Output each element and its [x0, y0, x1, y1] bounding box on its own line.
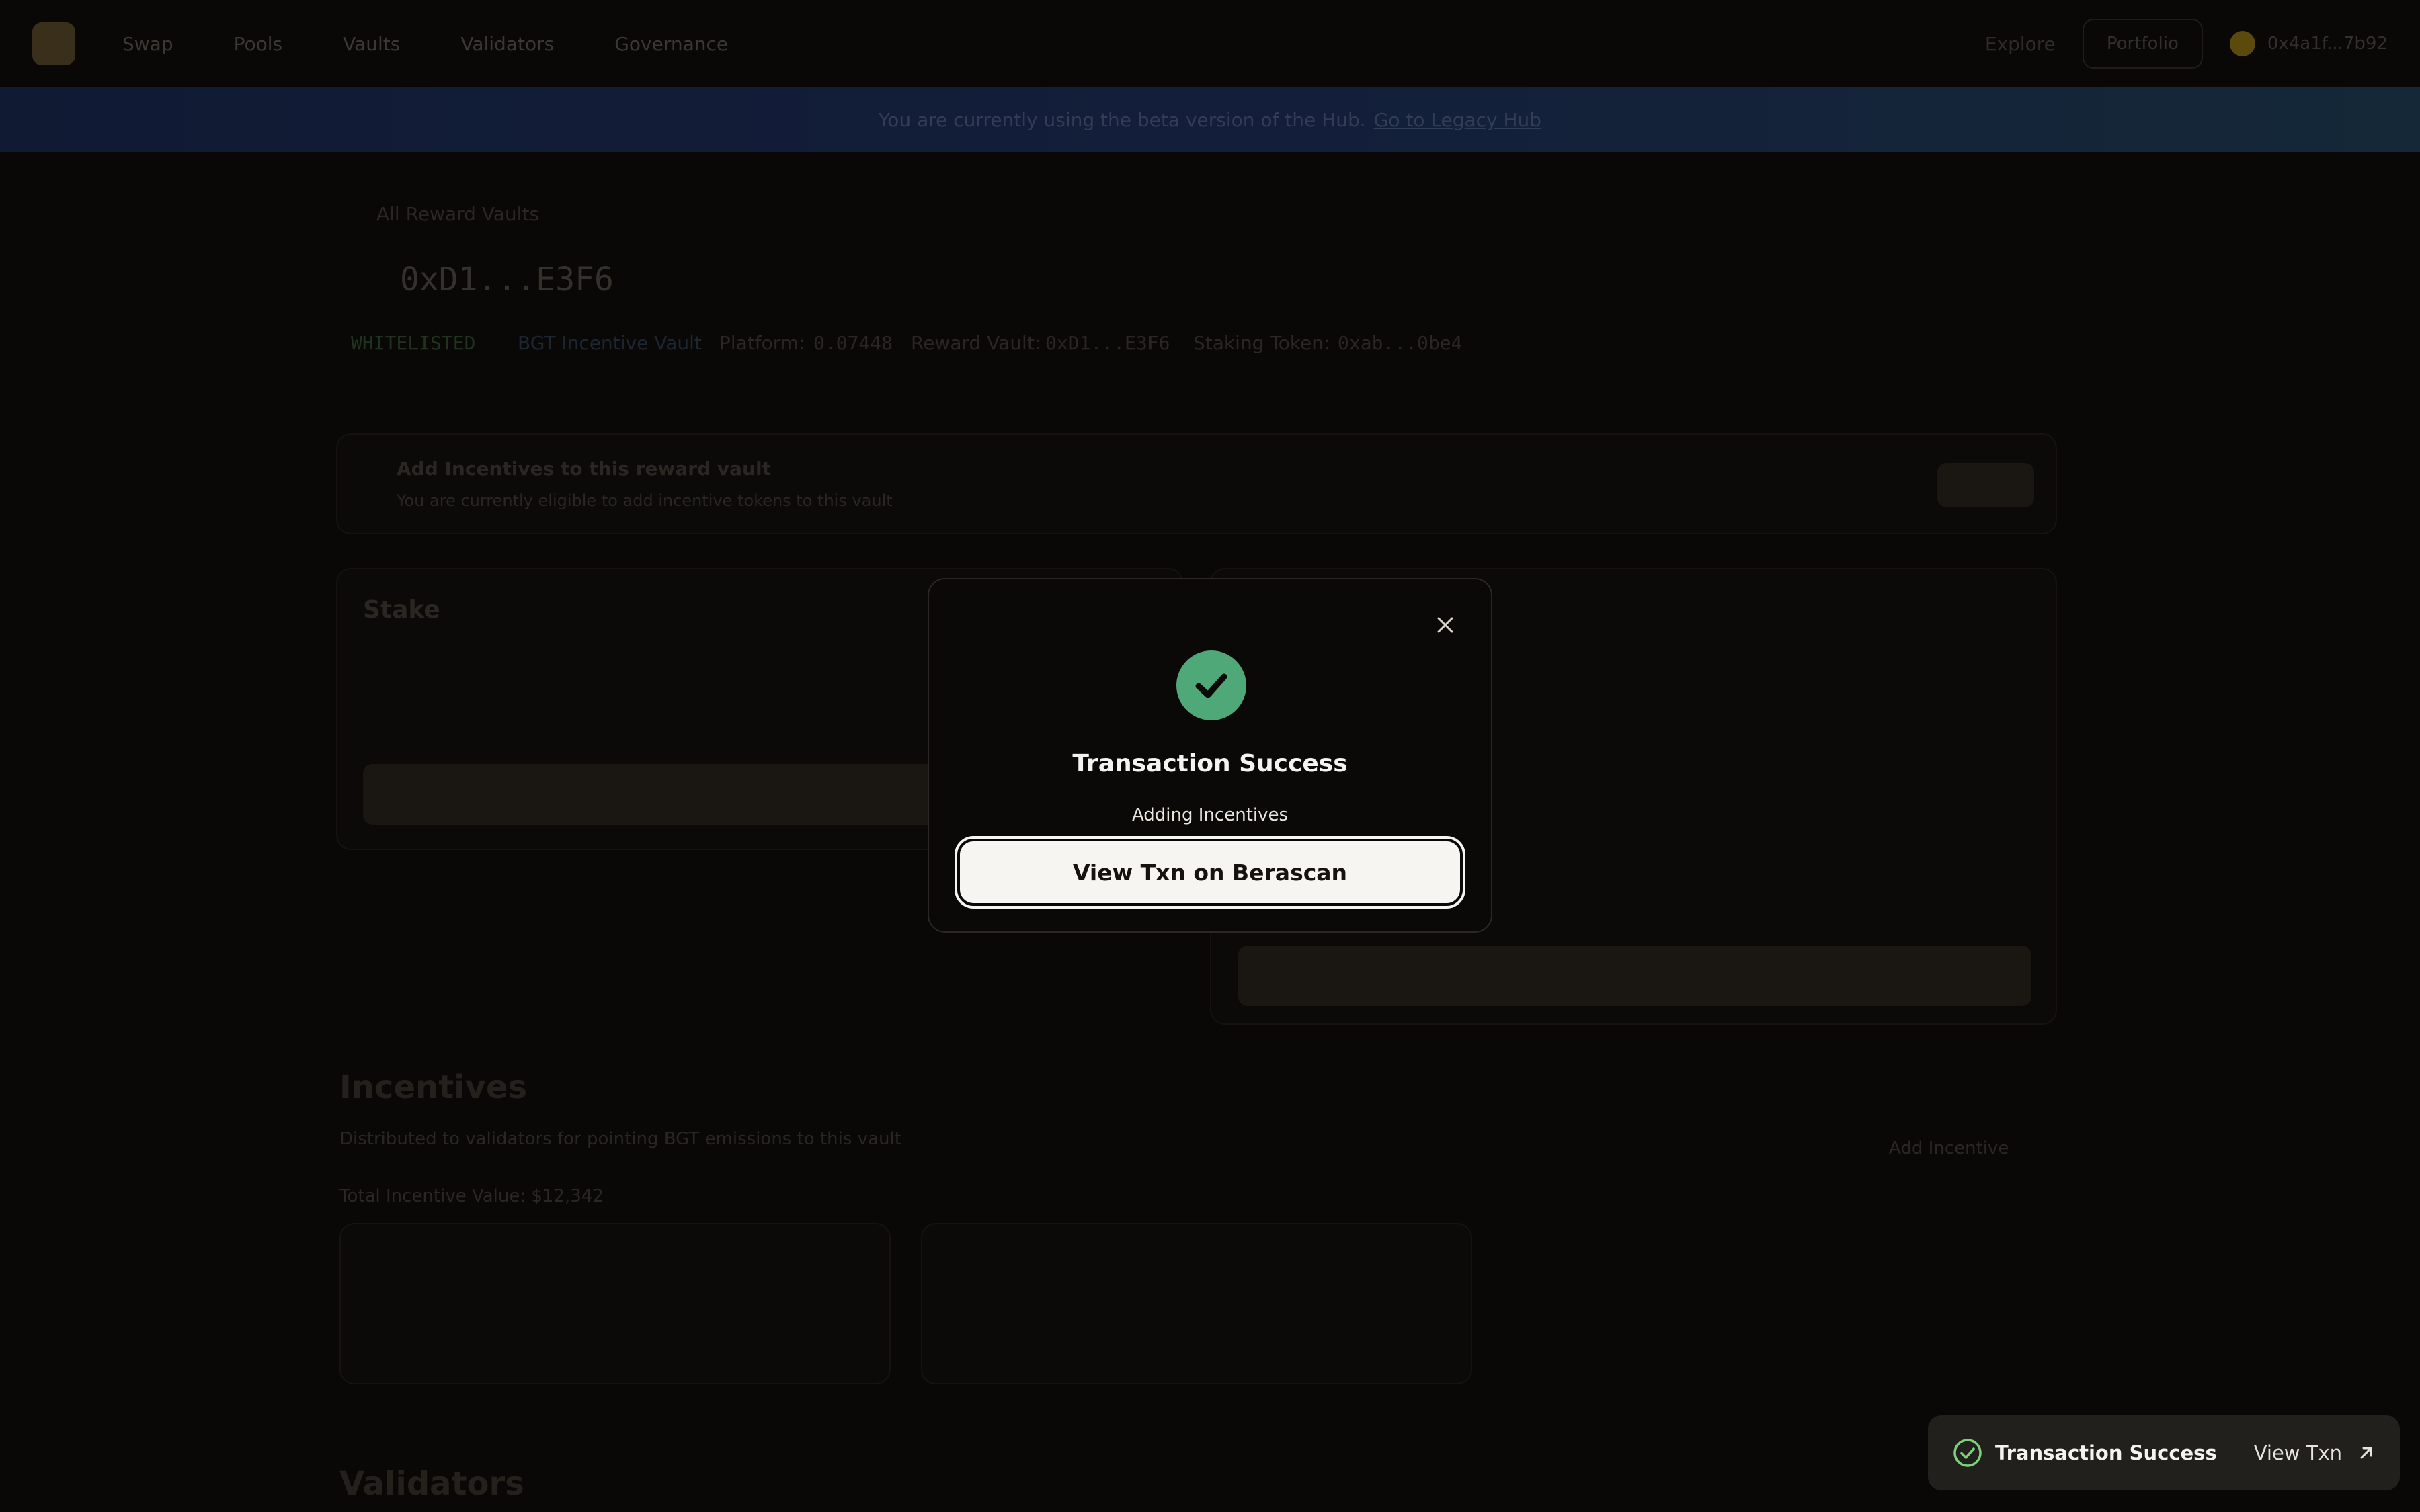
- nav-link-vaults: Vaults: [343, 32, 401, 55]
- close-icon[interactable]: [1432, 612, 1459, 638]
- portfolio-button: Portfolio: [2082, 19, 2203, 69]
- vault-address-title: 0xD1...E3F6: [400, 261, 614, 298]
- platform-label: Platform:: [719, 332, 805, 354]
- staking-token-value: 0xab...0be4: [1338, 332, 1463, 354]
- beta-banner: You are currently using the beta version…: [0, 87, 2420, 152]
- nav-link-validators: Validators: [460, 32, 555, 55]
- wallet-address: 0x4a1f...7b92: [2267, 34, 2388, 54]
- incentives-subtitle: Distributed to validators for pointing B…: [339, 1129, 901, 1149]
- external-arrow-icon: [2360, 1447, 2372, 1459]
- incentive-notice-card: Add Incentives to this reward vault You …: [336, 433, 2057, 534]
- nav-links: Swap Pools Vaults Validators Governance: [122, 33, 728, 55]
- nav-right: Explore Portfolio 0x4a1f...7b92: [1985, 19, 2388, 69]
- wallet-button: 0x4a1f...7b92: [2229, 31, 2388, 56]
- transaction-toast: Transaction Success View Txn: [1928, 1415, 2400, 1490]
- wallet-avatar: [2229, 31, 2255, 56]
- banner-text: You are currently using the beta version…: [878, 108, 1366, 131]
- withdraw-button: [1238, 946, 2031, 1006]
- app-logo: [32, 22, 75, 65]
- platform-value: 0.07448: [813, 332, 893, 354]
- incentives-total: Total Incentive Value: $12,342: [339, 1186, 604, 1206]
- explore-menu: Explore: [1984, 32, 2056, 55]
- reward-vault-label: Reward Vault:: [911, 332, 1041, 354]
- toast-title: Transaction Success: [1995, 1441, 2217, 1464]
- nav-link-swap: Swap: [122, 32, 173, 55]
- stake-title: Stake: [363, 596, 440, 624]
- reward-vault-value: 0xD1...E3F6: [1045, 332, 1170, 354]
- toast-view-txn-link[interactable]: View Txn: [2254, 1441, 2376, 1464]
- notice-title: Add Incentives to this reward vault: [397, 458, 771, 480]
- view-txn-berascan-button[interactable]: View Txn on Berascan: [957, 839, 1463, 906]
- check-circle-icon: [1953, 1439, 1982, 1467]
- nav-link-governance: Governance: [614, 32, 729, 55]
- checkmark-icon: [1195, 673, 1227, 698]
- notice-add-button: [1937, 463, 2034, 507]
- incentive-card-2: [921, 1223, 1472, 1384]
- banner-link: Go to Legacy Hub: [1373, 108, 1542, 131]
- incentives-heading: Incentives: [339, 1068, 528, 1106]
- add-incentive-button: Add Incentive: [1889, 1138, 2009, 1159]
- staking-token-label: Staking Token:: [1193, 332, 1330, 354]
- incentive-card-1: [339, 1223, 891, 1384]
- check-circle-icon: [1176, 650, 1246, 720]
- whitelisted-badge: WHITELISTED: [351, 332, 476, 354]
- validators-heading: Validators: [339, 1465, 524, 1503]
- notice-subtitle: You are currently eligible to add incent…: [397, 491, 893, 510]
- toast-link-label: View Txn: [2253, 1441, 2342, 1464]
- modal-title: Transaction Success: [1072, 750, 1348, 778]
- back-link: All Reward Vaults: [376, 203, 540, 225]
- transaction-success-modal: Transaction Success Adding Incentives Vi…: [928, 578, 1492, 933]
- top-nav: Swap Pools Vaults Validators Governance …: [0, 0, 2420, 87]
- nav-link-pools: Pools: [233, 32, 283, 55]
- modal-subtitle: Adding Incentives: [1131, 805, 1289, 825]
- vault-chip: BGT Incentive Vault: [518, 332, 702, 354]
